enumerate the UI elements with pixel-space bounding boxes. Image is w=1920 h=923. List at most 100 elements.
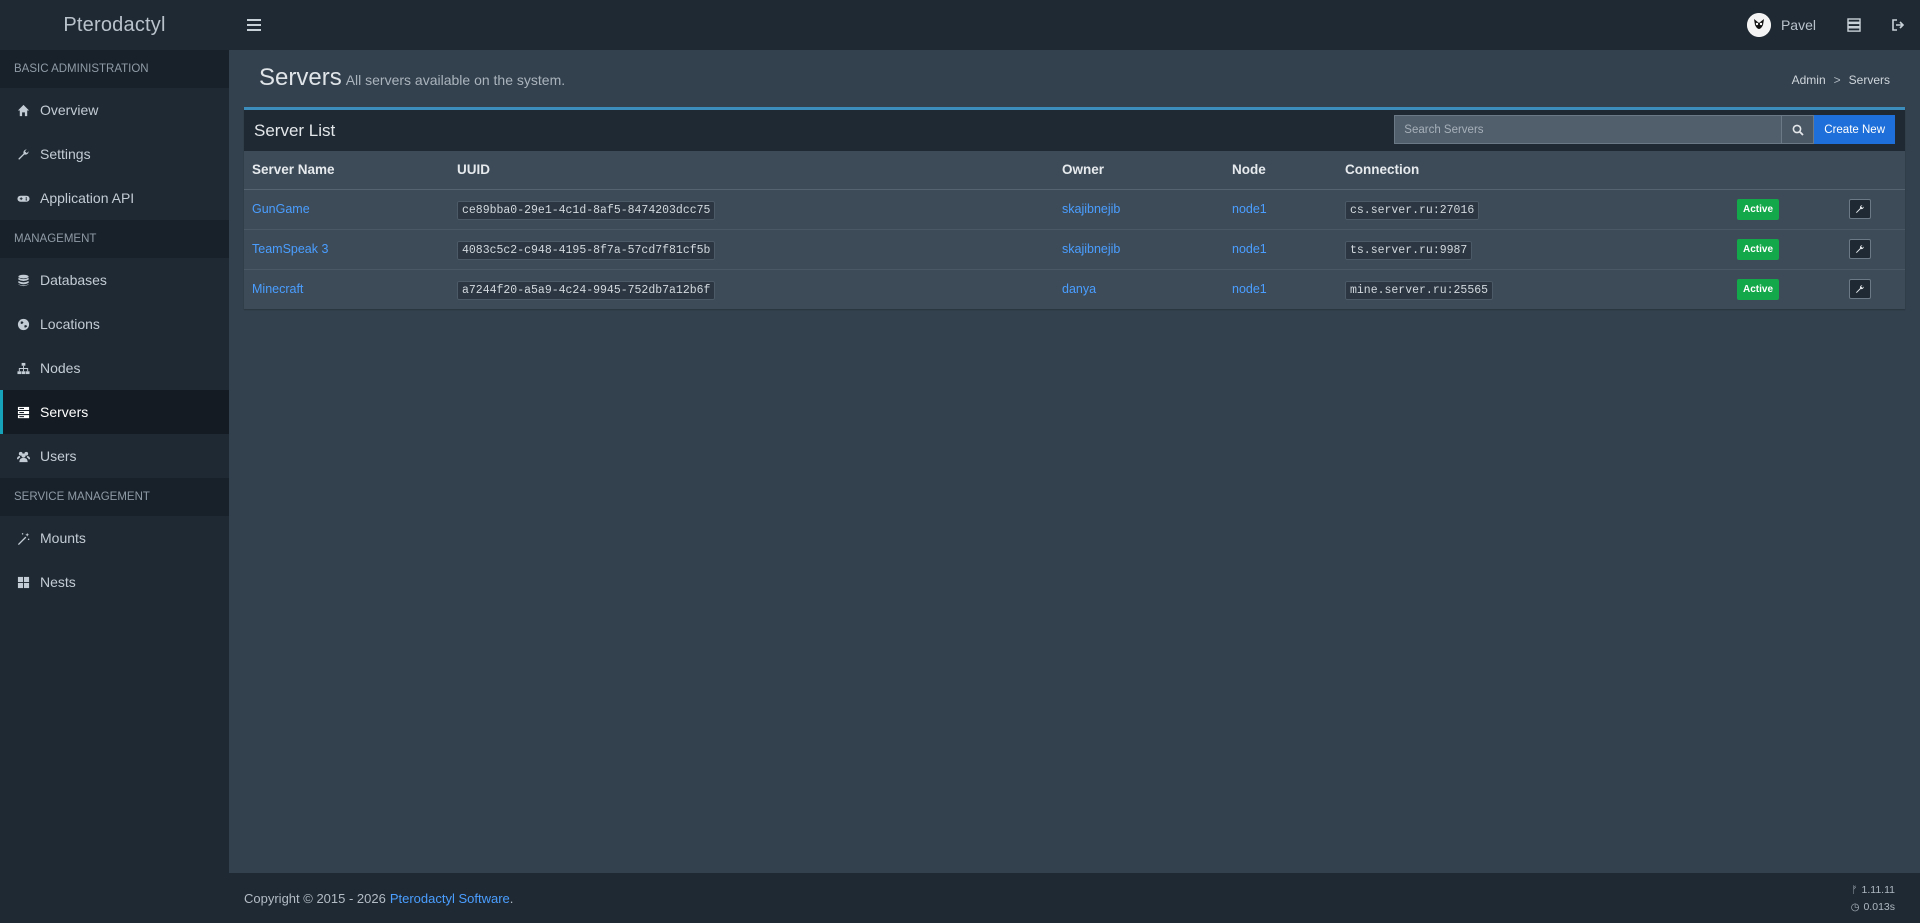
search-icon — [1792, 124, 1804, 136]
server-list-title: Server List — [254, 120, 336, 140]
user-menu[interactable]: Pavel — [1731, 0, 1832, 50]
breadcrumb-separator: > — [1833, 73, 1841, 87]
sidebar-item-label: Overview — [40, 102, 99, 118]
table-row: GunGame ce89bba0-29e1-4c1d-8af5-8474203d… — [244, 189, 1905, 230]
sidebar-item-mounts[interactable]: Mounts — [0, 516, 229, 560]
server-list-panel: Server List Create New Server Name UUID … — [244, 107, 1905, 309]
sidebar-item-label: Locations — [40, 316, 100, 332]
server-node-link[interactable]: node1 — [1232, 242, 1267, 256]
wrench-icon — [1856, 245, 1864, 253]
breadcrumb: Admin > Servers — [1792, 73, 1890, 87]
server-name-link[interactable]: Minecraft — [252, 282, 303, 296]
column-header-connection: Connection — [1337, 151, 1729, 190]
sidebar-header-service-management: Service Management — [0, 478, 229, 516]
column-header-uuid: UUID — [449, 151, 1054, 190]
sidebar-item-label: Servers — [40, 404, 89, 420]
server-icon — [1847, 18, 1861, 32]
sidebar-item-nodes[interactable]: Nodes — [0, 346, 229, 390]
search-group: Create New — [1394, 115, 1895, 144]
server-uuid: a7244f20-a5a9-4c24-9945-752db7a12b6f — [457, 280, 716, 300]
sidebar-item-servers[interactable]: Servers — [0, 390, 229, 434]
server-owner-link[interactable]: skajibnejib — [1062, 202, 1120, 216]
table-header-row: Server Name UUID Owner Node Connection — [244, 151, 1905, 190]
manage-server-button[interactable] — [1849, 279, 1871, 300]
column-header-server-name: Server Name — [244, 151, 449, 190]
column-header-actions — [1841, 151, 1905, 190]
footer-copyright: Copyright © 2015 - 2026 — [244, 890, 386, 906]
search-input[interactable] — [1394, 115, 1783, 144]
sidebar-item-label: Nodes — [40, 360, 81, 376]
sidebar-item-label: Application API — [40, 190, 135, 206]
server-owner-link[interactable]: danya — [1062, 282, 1096, 296]
sidebar-header-basic: Basic Administration — [0, 50, 229, 88]
manage-server-button[interactable] — [1849, 199, 1871, 219]
server-name-link[interactable]: TeamSpeak 3 — [252, 242, 328, 256]
create-new-button[interactable]: Create New — [1814, 115, 1895, 144]
status-badge: Active — [1737, 278, 1780, 300]
status-badge: Active — [1737, 198, 1780, 220]
sidebar-item-label: Nests — [40, 574, 76, 590]
server-node-link[interactable]: node1 — [1232, 202, 1267, 216]
server-connection: cs.server.ru:27016 — [1345, 200, 1480, 220]
search-button[interactable] — [1782, 115, 1815, 144]
sidebar-item-overview[interactable]: Overview — [0, 88, 229, 132]
render-time: 0.013s — [1863, 901, 1895, 913]
sidebar-item-application-api[interactable]: Application API — [0, 176, 229, 220]
logout-button[interactable] — [1876, 0, 1920, 50]
sign-out-icon — [1892, 19, 1905, 31]
globe-icon — [16, 317, 30, 331]
avatar — [1746, 13, 1771, 37]
user-name: Pavel — [1780, 17, 1816, 33]
page-subtitle: All servers available on the system. — [345, 72, 566, 88]
breadcrumb-admin-link[interactable]: Admin — [1792, 73, 1826, 87]
page-title-text: Servers — [259, 64, 342, 91]
footer-company-link[interactable]: Pterodactyl Software — [390, 891, 510, 906]
manage-server-button[interactable] — [1849, 239, 1871, 259]
server-connection: mine.server.ru:25565 — [1345, 280, 1494, 300]
sidebar-item-locations[interactable]: Locations — [0, 302, 229, 346]
sidebar-header-management: Management — [0, 220, 229, 258]
server-owner-link[interactable]: skajibnejib — [1062, 242, 1120, 256]
sidebar-item-label: Mounts — [40, 530, 86, 546]
page-title: Servers All servers available on the syst… — [259, 64, 565, 92]
main-content: Servers All servers available on the syst… — [229, 50, 1920, 873]
column-header-owner: Owner — [1054, 151, 1224, 190]
breadcrumb-current: Servers — [1848, 73, 1890, 87]
gamepad-icon — [16, 191, 30, 205]
server-uuid: ce89bba0-29e1-4c1d-8af5-8474203dcc75 — [457, 200, 716, 220]
code-fork-icon: ᚠ — [1851, 885, 1858, 896]
table-row: Minecraft a7244f20-a5a9-4c24-9945-752db7… — [244, 269, 1905, 309]
wrench-icon — [1856, 205, 1864, 213]
server-list-header: Server List Create New — [244, 110, 1905, 151]
sitemap-icon — [16, 361, 30, 375]
column-header-status — [1729, 151, 1841, 190]
servers-shortcut-button[interactable] — [1832, 0, 1876, 50]
server-node-link[interactable]: node1 — [1232, 282, 1267, 296]
server-connection: ts.server.ru:9987 — [1345, 240, 1473, 260]
top-navbar: Pterodactyl Pavel — [0, 0, 1920, 50]
sidebar-item-settings[interactable]: Settings — [0, 132, 229, 176]
sidebar-item-users[interactable]: Users — [0, 434, 229, 478]
footer: Copyright © 2015 - 2026 Pterodactyl Soft… — [229, 873, 1920, 923]
footer-meta: ᚠ 1.11.11 ◷ 0.013s — [1848, 882, 1895, 916]
clock-icon: ◷ — [1850, 902, 1860, 913]
sidebar-item-label: Users — [40, 448, 77, 464]
wrench-icon — [16, 147, 30, 161]
sidebar-item-databases[interactable]: Databases — [0, 258, 229, 302]
server-name-link[interactable]: GunGame — [252, 202, 310, 216]
status-badge: Active — [1737, 238, 1780, 260]
server-table: Server Name UUID Owner Node Connection G… — [244, 151, 1905, 309]
server-icon — [16, 405, 30, 419]
sidebar-item-label: Databases — [40, 272, 107, 288]
wrench-icon — [1856, 285, 1864, 294]
sidebar-item-label: Settings — [40, 146, 91, 162]
brand-logo[interactable]: Pterodactyl — [0, 0, 229, 50]
th-large-icon — [16, 575, 30, 589]
users-icon — [16, 449, 30, 463]
hamburger-icon — [247, 19, 261, 31]
footer-suffix: . — [509, 890, 514, 906]
sidebar-toggle-button[interactable] — [239, 10, 269, 40]
home-icon — [16, 103, 30, 117]
sidebar-item-nests[interactable]: Nests — [0, 560, 229, 604]
sidebar: Basic Administration Overview Settings A… — [0, 50, 229, 923]
